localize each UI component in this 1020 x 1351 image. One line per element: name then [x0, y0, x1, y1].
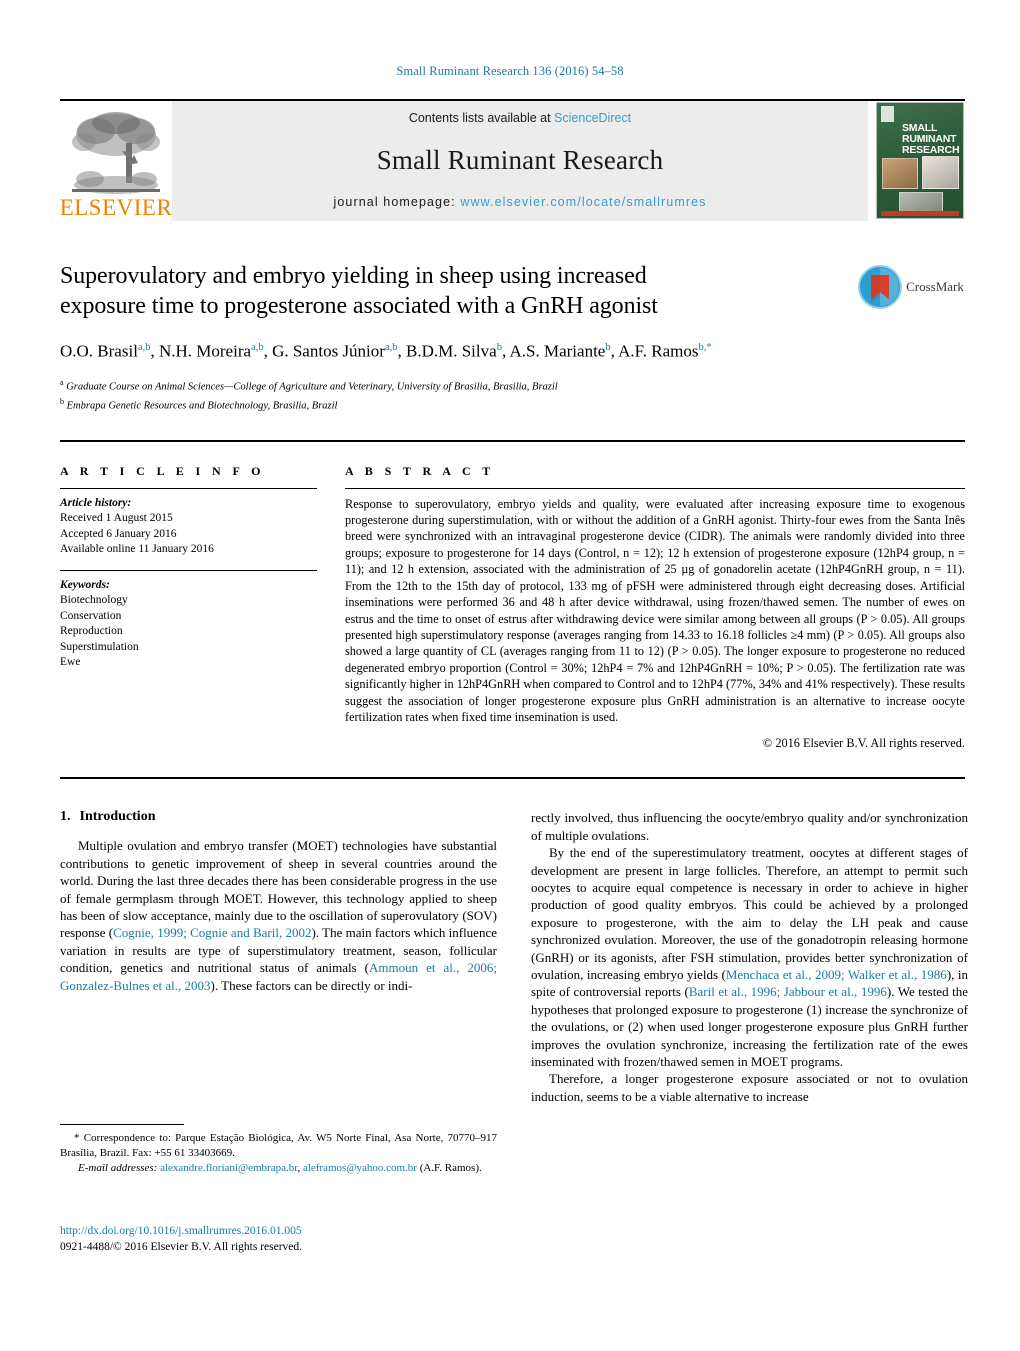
keywords-label: Keywords:	[60, 578, 110, 591]
page-title: Superovulatory and embryo yielding in sh…	[60, 263, 658, 319]
section-title: Introduction	[79, 809, 156, 825]
elsevier-tree-icon	[72, 112, 160, 194]
doi-block: http://dx.doi.org/10.1016/j.smallrumres.…	[60, 1224, 497, 1255]
email-owner: (A.F. Ramos).	[419, 1162, 482, 1174]
correspondence-footnote: * Correspondence to: Parque Estação Biol…	[60, 1124, 497, 1176]
issn-copyright-line: 0921-4488/© 2016 Elsevier B.V. All right…	[60, 1240, 303, 1253]
intro-p2-part-a: By the end of the superestimulatory trea…	[531, 845, 968, 982]
keyword-item: Superstimulation	[60, 640, 139, 653]
cover-title-text: SMALL RUMINANT RESEARCH	[902, 122, 960, 156]
journal-cover-thumbnail: SMALL RUMINANT RESEARCH	[868, 101, 965, 221]
affiliation-b: b Embrapa Genetic Resources and Biotechn…	[60, 396, 338, 412]
keyword-item: Conservation	[60, 609, 122, 622]
journal-homepage-link[interactable]: www.elsevier.com/locate/smallrumres	[460, 195, 706, 209]
doi-link[interactable]: http://dx.doi.org/10.1016/j.smallrumres.…	[60, 1224, 497, 1240]
intro-paragraph-1-continued: rectly involved, thus influencing the oo…	[531, 810, 968, 843]
title-block: CrossMark Superovulatory and embryo yiel…	[60, 261, 965, 414]
intro-p1-part-c: ). These factors can be directly or indi…	[210, 977, 413, 993]
contents-available-line: Contents lists available at ScienceDirec…	[409, 111, 631, 125]
cover-photo-sheep	[922, 156, 959, 189]
body-column-left: 1. Introduction Multiple ovulation and em…	[60, 809, 497, 1105]
homepage-prefix: journal homepage:	[333, 195, 461, 209]
journal-banner: ELSEVIER Contents lists available at Sci…	[60, 99, 965, 221]
keyword-item: Reproduction	[60, 625, 123, 638]
citation-link[interactable]: Baril et al., 1996; Jabbour et al., 1996	[689, 984, 887, 999]
article-history: Article history: Received 1 August 2015 …	[60, 489, 317, 558]
email-addresses-label: E-mail addresses:	[78, 1162, 158, 1174]
sciencedirect-link[interactable]: ScienceDirect	[554, 111, 631, 125]
keyword-item: Biotechnology	[60, 594, 128, 607]
history-received: Received 1 August 2015	[60, 512, 173, 525]
banner-center: Contents lists available at ScienceDirec…	[172, 101, 868, 221]
email-link-secondary[interactable]: aleframos@yahoo.com.br	[303, 1162, 417, 1174]
article-info-column: A R T I C L E I N F O Article history: R…	[60, 464, 335, 752]
intro-paragraph-2: By the end of the superestimulatory trea…	[531, 844, 968, 1070]
divider-above-info	[60, 439, 965, 442]
article-info-heading: A R T I C L E I N F O	[60, 463, 265, 478]
elsevier-wordmark: ELSEVIER	[59, 195, 173, 220]
contents-prefix: Contents lists available at	[408, 111, 555, 125]
crossmark-label: CrossMark	[906, 279, 964, 294]
intro-paragraph-3: Therefore, a longer progesterone exposur…	[531, 1071, 968, 1104]
affiliation-b-text: Embrapa Genetic Resources and Biotechnol…	[66, 400, 338, 412]
article-history-label: Article history:	[60, 496, 132, 509]
email-link-primary[interactable]: alexandre.floriani@embrapa.br	[160, 1162, 297, 1174]
footnote-star: *	[74, 1132, 80, 1144]
footnote-rule	[60, 1124, 184, 1125]
keywords-block: Keywords: Biotechnology Conservation Rep…	[60, 571, 317, 671]
body-column-right: rectly involved, thus influencing the oo…	[531, 809, 968, 1105]
abstract-heading: A B S T R A C T	[345, 463, 495, 478]
abstract-column: A B S T R A C T Response to superovulato…	[335, 464, 965, 752]
cover-image: SMALL RUMINANT RESEARCH	[876, 102, 964, 219]
keyword-item: Ewe	[60, 656, 81, 669]
abstract-text: Response to superovulatory, embryo yield…	[345, 496, 965, 724]
footnote-correspondence: Correspondence to: Parque Estação Biológ…	[60, 1132, 498, 1159]
author-list: O.O. Brasila,b, N.H. Moreiraa,b, G. Sant…	[60, 341, 712, 361]
info-abstract-row: A R T I C L E I N F O Article history: R…	[60, 464, 965, 752]
section-number: 1.	[60, 809, 71, 825]
journal-title: Small Ruminant Research	[376, 144, 664, 175]
history-accepted: Accepted 6 January 2016	[60, 527, 177, 540]
abstract-copyright: © 2016 Elsevier B.V. All rights reserved…	[762, 736, 965, 751]
divider-below-abstract	[60, 777, 965, 780]
section-heading-introduction: 1. Introduction	[60, 809, 497, 825]
cover-footer-strip	[881, 211, 959, 216]
crossmark-icon	[858, 265, 903, 309]
intro-paragraph-1: Multiple ovulation and embryo transfer (…	[60, 837, 497, 994]
journal-homepage-line: journal homepage: www.elsevier.com/locat…	[333, 195, 706, 209]
elsevier-logo: ELSEVIER	[60, 101, 172, 221]
affiliation-a: a Graduate Course on Animal Sciences—Col…	[60, 377, 558, 393]
affiliations: a Graduate Course on Animal Sciences—Col…	[60, 376, 965, 414]
cover-elsevier-mark-icon	[881, 106, 894, 122]
footnote-text: * Correspondence to: Parque Estação Biol…	[60, 1131, 497, 1176]
citation-link[interactable]: Cognie, 1999; Cognie and Baril, 2002	[113, 925, 311, 940]
history-available-online: Available online 11 January 2016	[60, 543, 214, 556]
running-head: Small Ruminant Research 136 (2016) 54–58	[396, 64, 624, 78]
crossmark-badge[interactable]: CrossMark	[858, 265, 964, 329]
citation-link[interactable]: Menchaca et al., 2009; Walker et al., 19…	[726, 967, 947, 982]
body-columns: 1. Introduction Multiple ovulation and em…	[60, 809, 968, 1105]
affiliation-a-text: Graduate Course on Animal Sciences—Colle…	[66, 381, 558, 393]
cover-photo-goat	[882, 158, 918, 189]
article-page: Small Ruminant Research 136 (2016) 54–58	[0, 0, 1020, 1351]
